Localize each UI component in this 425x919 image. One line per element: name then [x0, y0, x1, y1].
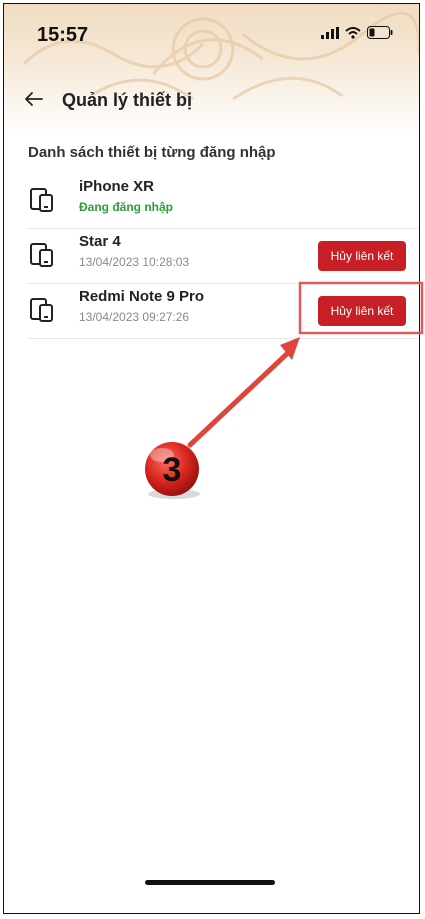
device-item: iPhone XR Đang đăng nhập: [28, 174, 419, 229]
home-indicator: [145, 880, 275, 885]
step-number: 3: [162, 450, 182, 489]
back-button[interactable]: [22, 88, 48, 110]
device-item: Redmi Note 9 Pro 13/04/2023 09:27:26 Hủy…: [28, 284, 419, 339]
login-status: Đang đăng nhập: [79, 200, 173, 214]
status-icons: [321, 26, 393, 39]
page-title: Quản lý thiết bị: [62, 90, 193, 110]
arrow-left-icon: [25, 92, 43, 106]
battery-icon: [367, 26, 393, 39]
device-item: Star 4 13/04/2023 10:28:03 Hủy liên kết: [28, 229, 419, 284]
wifi-icon: [345, 26, 361, 39]
phone-screen: 15:57 Quản lý thiết bị Danh sách thiết b…: [3, 3, 420, 914]
unlink-button[interactable]: Hủy liên kết: [318, 296, 406, 326]
device-date: 13/04/2023 10:28:03: [79, 255, 190, 269]
devices-icon: [30, 188, 53, 212]
device-date: 13/04/2023 09:27:26: [79, 310, 190, 324]
section-title: Danh sách thiết bị từng đăng nhập: [28, 144, 276, 161]
status-time: 15:57: [37, 24, 89, 46]
signal-icon: [321, 26, 339, 39]
device-name: iPhone XR: [79, 178, 155, 195]
devices-icon: [30, 243, 53, 267]
header-background: 15:57 Quản lý thiết bị: [4, 4, 419, 134]
unlink-button[interactable]: Hủy liên kết: [318, 241, 406, 271]
device-list: iPhone XR Đang đăng nhập Star 4 13/04/20…: [28, 174, 419, 339]
devices-icon: [30, 298, 53, 322]
device-name: Star 4: [79, 233, 121, 250]
device-name: Redmi Note 9 Pro: [79, 288, 205, 305]
